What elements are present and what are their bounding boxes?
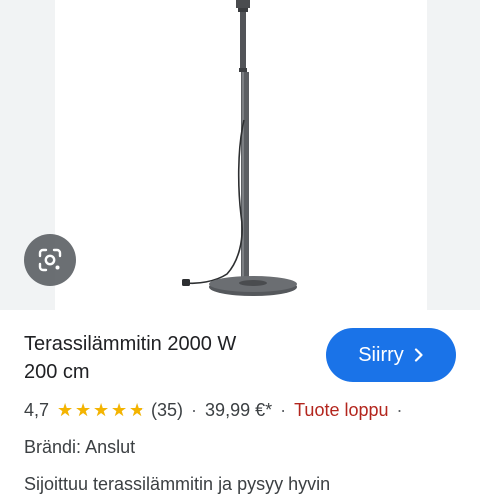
product-title-line1: Terassilämmitin 2000 W	[24, 333, 237, 355]
availability-status: Tuote loppu	[294, 399, 389, 420]
product-title[interactable]: Terassilämmitin 2000 W 200 cm	[24, 330, 314, 386]
go-button-label: Siirry	[358, 343, 404, 366]
rating-value: 4,7	[24, 399, 50, 420]
brand-row: Brändi: Anslut	[24, 437, 135, 458]
product-description-snippet: Sijoittuu terassilämmitin ja pysyy hyvin	[24, 474, 331, 494]
brand-label: Brändi:	[24, 437, 82, 457]
review-count[interactable]: (35)	[151, 400, 183, 421]
patio-heater-image	[182, 0, 297, 296]
chevron-right-icon	[414, 348, 423, 362]
product-title-line2: 200 cm	[24, 361, 90, 383]
rating-stars: ★ ★ ★ ★ ★ ★ ★ ★ ★ ★	[57, 401, 147, 419]
star-icon: ★ ★	[93, 400, 110, 420]
google-lens-icon[interactable]	[24, 234, 76, 286]
separator-dot-trailing: ·	[396, 399, 403, 420]
price: 39,99 €*	[205, 399, 273, 420]
star-icon: ★ ★	[111, 400, 128, 420]
product-info-panel: Terassilämmitin 2000 W 200 cm Siirry 4,7…	[0, 310, 480, 494]
go-button[interactable]: Siirry	[326, 328, 456, 382]
separator-dot: ·	[191, 399, 198, 420]
star-icon: ★ ★	[57, 400, 74, 420]
product-image[interactable]	[55, 0, 427, 310]
star-icon: ★ ★	[75, 400, 92, 420]
star-icon: ★ ★	[129, 400, 146, 420]
separator-dot: ·	[280, 399, 287, 420]
brand-value: Anslut	[85, 437, 136, 457]
product-image-area[interactable]	[0, 0, 480, 310]
rating-price-row: 4,7 ★ ★ ★ ★ ★ ★ ★ ★ ★ ★ (35) · 39,99 €* · Tuote l…	[24, 397, 411, 423]
